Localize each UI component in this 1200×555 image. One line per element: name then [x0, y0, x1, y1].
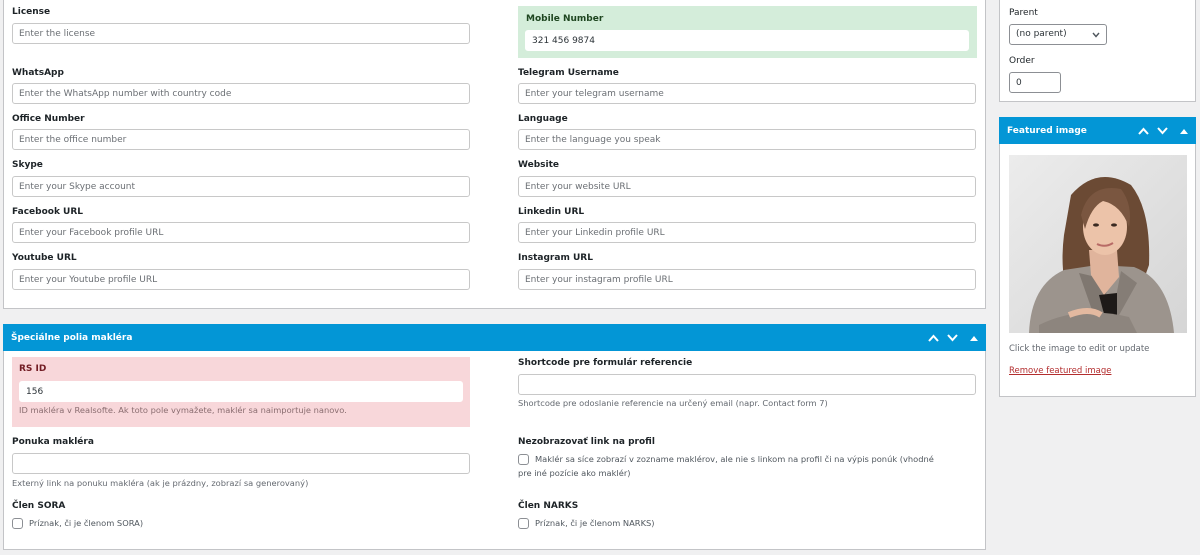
narks-checkbox[interactable]	[518, 518, 529, 529]
rs-id-input[interactable]	[19, 381, 463, 402]
ponuka-help: Externý link na ponuku makléra (ak je pr…	[12, 478, 309, 488]
ponuka-input[interactable]	[12, 453, 470, 474]
license-input[interactable]	[12, 23, 470, 44]
move-down-icon[interactable]	[1157, 126, 1168, 135]
mobile-number-input[interactable]	[525, 30, 969, 51]
narks-text: Príznak, či je členom NARKS)	[535, 518, 655, 528]
rs-id-help: ID makléra v Realsofte. Ak toto pole vym…	[19, 405, 347, 415]
nezobrazovat-text: Maklér sa síce zobrazí v zozname makléro…	[518, 454, 934, 478]
featured-image-title: Featured image	[1007, 125, 1087, 136]
move-down-icon[interactable]	[947, 333, 958, 342]
instagram-url-label: Instagram URL	[518, 253, 593, 263]
special-fields-header[interactable]: Špeciálne polia makléra	[3, 324, 986, 351]
sora-label: Člen SORA	[12, 501, 66, 511]
chevron-down-icon	[1092, 31, 1100, 41]
collapse-toggle-icon[interactable]	[970, 335, 978, 341]
skype-label: Skype	[12, 160, 43, 170]
sora-text: Príznak, či je členom SORA)	[29, 518, 144, 528]
ponuka-label: Ponuka makléra	[12, 437, 94, 447]
parent-label: Parent	[1009, 8, 1038, 18]
office-number-input[interactable]	[12, 129, 470, 150]
office-number-label: Office Number	[12, 114, 85, 124]
special-fields-controls	[928, 324, 978, 351]
featured-image-hint: Click the image to edit or update	[1009, 344, 1150, 354]
parent-select-value: (no parent)	[1016, 29, 1067, 39]
website-input[interactable]	[518, 176, 976, 197]
mobile-number-label: Mobile Number	[526, 14, 604, 24]
nezobrazovat-label: Nezobrazovať link na profil	[518, 437, 655, 447]
telegram-username-input[interactable]	[518, 83, 976, 104]
youtube-url-input[interactable]	[12, 269, 470, 290]
featured-image-thumbnail[interactable]	[1009, 155, 1187, 333]
skype-input[interactable]	[12, 176, 470, 197]
move-up-icon[interactable]	[928, 334, 939, 342]
remove-featured-image-link[interactable]: Remove featured image	[1009, 366, 1111, 376]
youtube-url-label: Youtube URL	[12, 253, 77, 263]
special-fields-title: Špeciálne polia makléra	[11, 332, 133, 343]
shortcode-help: Shortcode pre odoslanie referencie na ur…	[518, 398, 828, 408]
telegram-username-label: Telegram Username	[518, 68, 619, 78]
collapse-toggle-icon[interactable]	[1180, 128, 1188, 134]
facebook-url-label: Facebook URL	[12, 207, 84, 217]
shortcode-input[interactable]	[518, 374, 976, 395]
license-label: License	[12, 7, 51, 17]
language-label: Language	[518, 114, 568, 124]
facebook-url-input[interactable]	[12, 222, 470, 243]
shortcode-label: Shortcode pre formulár referencie	[518, 358, 693, 368]
portrait-photo	[1009, 155, 1187, 333]
website-label: Website	[518, 160, 560, 170]
featured-image-controls	[1138, 117, 1188, 144]
whatsapp-input[interactable]	[12, 83, 470, 104]
sora-checkbox[interactable]	[12, 518, 23, 529]
language-input[interactable]	[518, 129, 976, 150]
move-up-icon[interactable]	[1138, 127, 1149, 135]
linkedin-url-input[interactable]	[518, 222, 976, 243]
whatsapp-label: WhatsApp	[12, 68, 64, 78]
parent-select[interactable]: (no parent)	[1009, 24, 1107, 45]
order-label: Order	[1009, 56, 1035, 66]
linkedin-url-label: Linkedin URL	[518, 207, 585, 217]
rs-id-label: RS ID	[19, 364, 47, 374]
narks-label: Člen NARKS	[518, 501, 579, 511]
featured-image-header[interactable]: Featured image	[999, 117, 1196, 144]
order-input[interactable]	[1009, 72, 1061, 93]
instagram-url-input[interactable]	[518, 269, 976, 290]
